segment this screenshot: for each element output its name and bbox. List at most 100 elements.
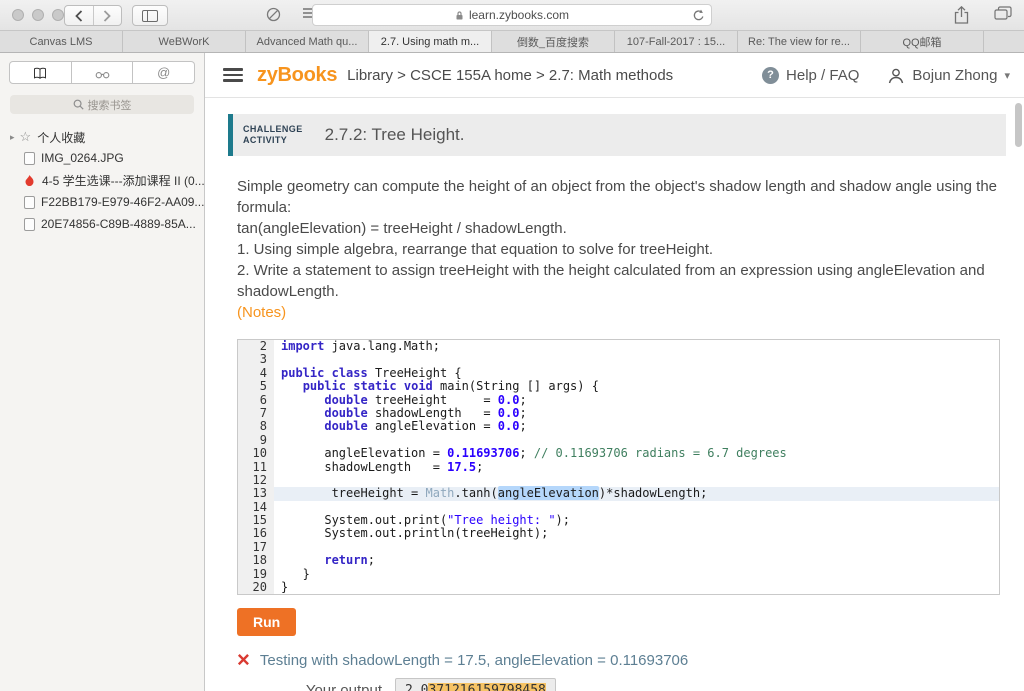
your-output-value: 2.0371216159798458 (395, 678, 556, 691)
user-icon (887, 67, 905, 84)
sidebar-toggle-button[interactable] (132, 5, 168, 26)
line-numbers: 234567891011121314151617181920 (238, 340, 274, 594)
browser-tab[interactable]: 倒数_百度搜索 (492, 31, 615, 52)
reading-list-tab[interactable] (72, 61, 134, 84)
browser-titlebar: learn.zybooks.com (0, 0, 1024, 30)
code-line[interactable]: angleElevation = 0.11693706; // 0.116937… (274, 447, 999, 460)
line-number: 16 (238, 527, 267, 540)
share-icon[interactable] (953, 6, 970, 30)
lock-icon (455, 10, 464, 21)
code-line[interactable]: shadowLength = 17.5; (274, 461, 999, 474)
browser-tab[interactable]: 107-Fall-2017 : 15... (615, 31, 738, 52)
code-line[interactable]: } (274, 568, 999, 581)
browser-tab[interactable]: Re: The view for re... (738, 31, 861, 52)
notes-link[interactable]: (Notes) (237, 302, 1024, 323)
safari-window: learn.zybooks.com Canvas LMSWeBWorKAdvan… (0, 0, 1024, 691)
code-line[interactable]: double angleElevation = 0.0; (274, 420, 999, 433)
reload-icon[interactable] (692, 9, 705, 27)
url-text: learn.zybooks.com (469, 8, 569, 22)
activity-title: 2.7.2: Tree Height. (325, 125, 465, 145)
code-line[interactable]: import java.lang.Math; (274, 340, 999, 353)
fail-x-icon: × (237, 651, 250, 669)
instructions-text: Simple geometry can compute the height o… (237, 176, 1006, 302)
instruction-line: 1. Using simple algebra, rearrange that … (237, 239, 1006, 260)
line-number: 6 (238, 394, 267, 407)
bookmark-item[interactable]: 4-5 学生选课---添加课程 II (0... (0, 169, 204, 191)
bookmark-list: IMG_0264.JPG4-5 学生选课---添加课程 II (0... F22B… (0, 147, 204, 235)
browser-tab[interactable]: QQ邮箱 (861, 31, 984, 52)
code-line[interactable]: treeHeight = Math.tanh(angleElevation)*s… (274, 487, 999, 500)
browser-tab[interactable]: WeBWorK (123, 31, 246, 52)
shared-links-tab[interactable]: @ (133, 61, 195, 84)
bookmark-item[interactable]: 20E74856-C89B-4889-85A... (0, 213, 204, 235)
forward-button[interactable] (94, 6, 122, 25)
code-line[interactable] (274, 474, 999, 487)
instruction-line: 2. Write a statement to assign treeHeigh… (237, 260, 1006, 302)
line-number: 18 (238, 554, 267, 567)
line-number: 15 (238, 514, 267, 527)
browser-tab[interactable]: 2.7. Using math m... (369, 31, 492, 52)
red-bookmark-icon (24, 174, 36, 187)
code-line[interactable]: public class TreeHeight { (274, 367, 999, 380)
book-icon (33, 67, 47, 79)
code-area[interactable]: import java.lang.Math; public class Tree… (274, 340, 999, 594)
line-number: 20 (238, 581, 267, 594)
back-button[interactable] (65, 6, 94, 25)
code-line[interactable]: double treeHeight = 0.0; (274, 394, 999, 407)
zybooks-page: zyBooks Library > CSCE 155A home > 2.7: … (205, 53, 1024, 691)
bookmark-search-input[interactable]: 搜索书签 (10, 95, 194, 114)
search-icon (73, 99, 84, 110)
code-line[interactable] (274, 434, 999, 447)
help-link[interactable]: ? Help / FAQ (762, 67, 859, 84)
code-line[interactable] (274, 501, 999, 514)
run-button[interactable]: Run (237, 608, 296, 636)
sidebar-mode-switcher: @ (9, 61, 195, 84)
instruction-line: Simple geometry can compute the height o… (237, 176, 1006, 218)
content-blocker-icon[interactable] (266, 7, 281, 22)
bookmarks-tab[interactable] (9, 61, 72, 84)
browser-tab[interactable]: Advanced Math qu... (246, 31, 369, 52)
user-menu[interactable]: Bojun Zhong ▾ (887, 67, 1010, 84)
window-controls (12, 9, 64, 21)
zoom-window-button[interactable] (52, 9, 64, 21)
bookmark-item[interactable]: IMG_0264.JPG (0, 147, 204, 169)
help-icon: ? (762, 67, 779, 84)
line-number: 17 (238, 541, 267, 554)
code-line[interactable]: } (274, 581, 999, 594)
code-editor[interactable]: 234567891011121314151617181920 import ja… (237, 339, 1000, 595)
line-number: 11 (238, 461, 267, 474)
bookmarks-sidebar: @ 搜索书签 ▸ ☆ 个人收藏 IMG_0264.JPG4-5 学生选课---添… (0, 53, 205, 691)
menu-icon[interactable] (223, 65, 243, 85)
search-placeholder: 搜索书签 (88, 97, 132, 113)
address-bar[interactable]: learn.zybooks.com (312, 4, 712, 26)
close-window-button[interactable] (12, 9, 24, 21)
line-number: 19 (238, 568, 267, 581)
instruction-line: tan(angleElevation) = treeHeight / shado… (237, 218, 1006, 239)
output-label: Your output (237, 682, 382, 691)
your-output-row: Your output 2.0371216159798458 (237, 678, 1024, 691)
code-line[interactable]: System.out.println(treeHeight); (274, 527, 999, 540)
code-line[interactable]: public static void main(String [] args) … (274, 380, 999, 393)
favorites-label: 个人收藏 (37, 129, 85, 146)
browser-tab[interactable]: Canvas LMS (0, 31, 123, 52)
disclosure-triangle-icon[interactable]: ▸ (10, 132, 15, 143)
scrollbar-thumb[interactable] (1015, 103, 1022, 147)
tab-overview-icon[interactable] (994, 6, 1012, 25)
bookmark-item[interactable]: F22BB179-E979-46F2-AA09... (0, 191, 204, 213)
browser-tab[interactable] (984, 31, 1024, 52)
code-line[interactable]: System.out.print("Tree height: "); (274, 514, 999, 527)
zybooks-logo[interactable]: zyBooks (257, 64, 337, 87)
line-number: 13 (238, 487, 267, 500)
bookmark-label: F22BB179-E979-46F2-AA09... (41, 195, 204, 209)
code-line[interactable]: double shadowLength = 0.0; (274, 407, 999, 420)
history-nav (64, 5, 122, 26)
tab-bar: Canvas LMSWeBWorKAdvanced Math qu...2.7.… (0, 30, 1024, 53)
minimize-window-button[interactable] (32, 9, 44, 21)
favorites-folder[interactable]: ▸ ☆ 个人收藏 (0, 127, 204, 147)
breadcrumb[interactable]: Library > CSCE 155A home > 2.7: Math met… (347, 67, 673, 84)
code-line[interactable] (274, 353, 999, 366)
code-line[interactable]: return; (274, 554, 999, 567)
document-icon (24, 152, 35, 165)
glasses-icon (95, 67, 110, 79)
code-line[interactable] (274, 541, 999, 554)
